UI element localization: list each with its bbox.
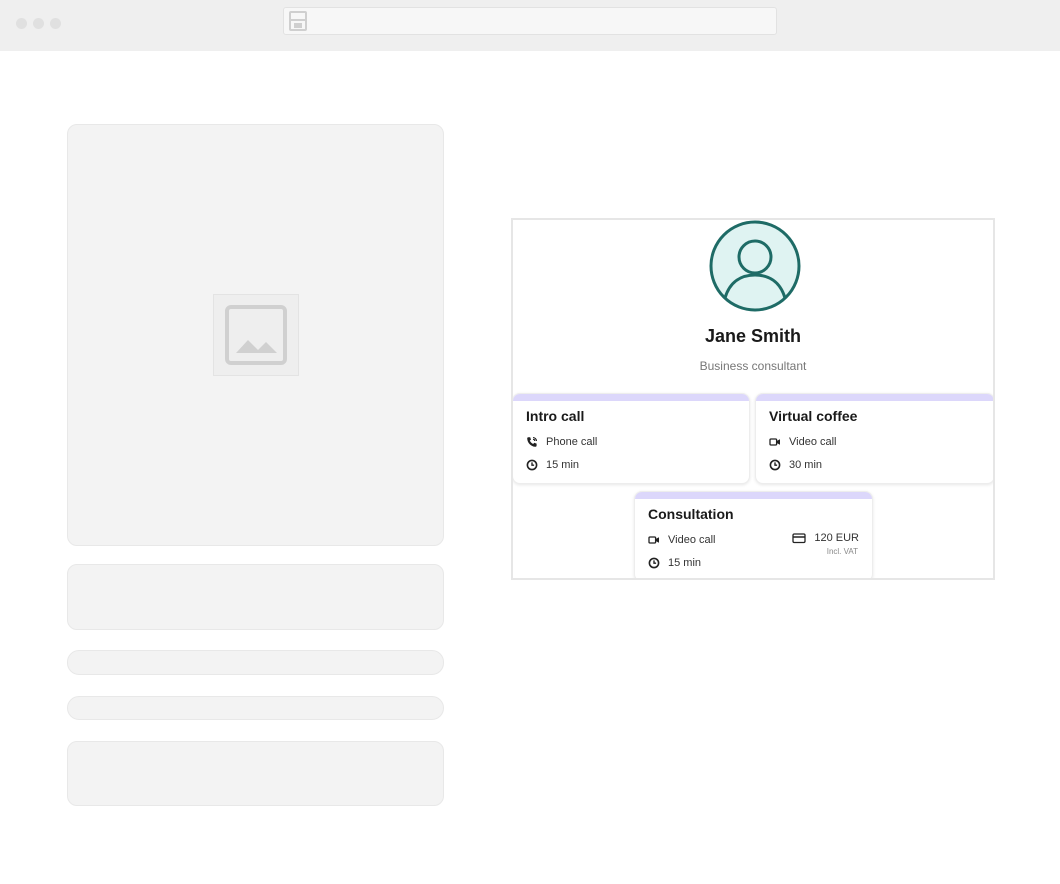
- browser-toolbar: [0, 0, 1060, 51]
- profile-name: Jane Smith: [704, 326, 802, 346]
- card-accent: [756, 394, 993, 401]
- skeleton-line: [67, 696, 444, 720]
- window-close-dot[interactable]: [16, 18, 27, 29]
- image-placeholder-icon: [213, 294, 299, 376]
- clock-icon: [526, 459, 538, 471]
- card-accent: [635, 492, 872, 499]
- clock-icon: [648, 557, 660, 569]
- card-accent: [513, 394, 749, 401]
- image-placeholder-card: [67, 124, 444, 546]
- clock-icon: [769, 459, 781, 471]
- phone-icon: [527, 436, 538, 447]
- service-duration: 30 min: [789, 459, 823, 471]
- window-minimize-dot[interactable]: [33, 18, 44, 29]
- service-price: 120 EUR: [814, 532, 859, 544]
- service-title: Virtual coffee: [769, 408, 858, 424]
- price-note: Incl. VAT: [826, 547, 858, 556]
- skeleton-block: [67, 741, 444, 806]
- window-maximize-dot[interactable]: [50, 18, 61, 29]
- service-title: Consultation: [648, 506, 734, 522]
- service-type: Phone call: [546, 436, 598, 448]
- video-icon: [648, 536, 659, 544]
- profile-role: Business consultant: [699, 359, 807, 373]
- credit-card-icon: [792, 533, 807, 544]
- user-icon: [709, 220, 801, 312]
- service-card-intro-call[interactable]: Intro call Phone call 15 min: [513, 393, 750, 484]
- service-type: Video call: [789, 436, 837, 448]
- page-icon: [289, 11, 307, 31]
- address-bar[interactable]: [283, 7, 777, 35]
- service-card-virtual-coffee[interactable]: Virtual coffee Video call 30 min: [755, 393, 993, 484]
- service-duration: 15 min: [546, 459, 580, 471]
- service-duration: 15 min: [668, 557, 702, 569]
- skeleton-line: [67, 650, 444, 675]
- booking-widget: Jane Smith Business consultant Intro cal…: [511, 218, 995, 580]
- skeleton-block: [67, 564, 444, 630]
- video-icon: [769, 438, 780, 446]
- service-type: Video call: [668, 534, 716, 546]
- service-title: Intro call: [526, 408, 585, 424]
- service-card-consultation[interactable]: Consultation Video call 15 min 120 EUR I…: [634, 491, 873, 578]
